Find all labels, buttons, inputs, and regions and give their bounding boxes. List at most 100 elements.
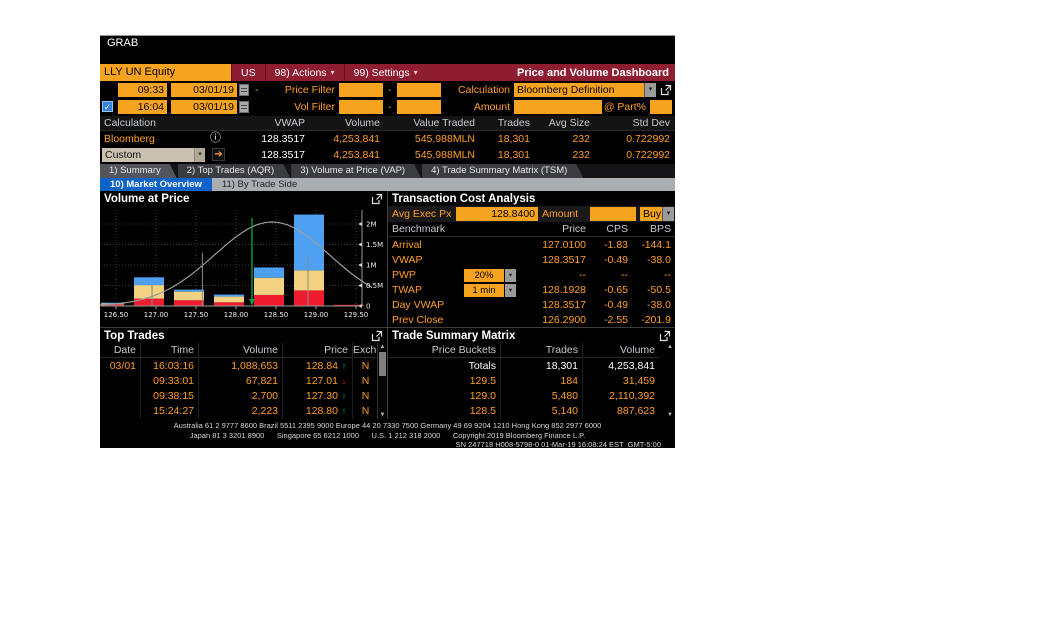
chevron-down-icon: ▾: [330, 68, 335, 77]
end-time-input[interactable]: 16:04: [118, 100, 167, 114]
subtab-10[interactable]: 10) Market Overview: [100, 178, 212, 191]
tab-bar: 1) Summary 2) Top Trades (AQR) 3) Volume a…: [100, 164, 675, 178]
trade-exchange: N: [352, 403, 378, 419]
tca-amount-input[interactable]: [590, 207, 636, 221]
custom-calc-select[interactable]: Custom ▾: [102, 148, 205, 162]
start-date-input[interactable]: 03/01/19: [171, 83, 237, 97]
price-filter-min-input[interactable]: [339, 83, 383, 97]
price-up-icon: ↑: [341, 406, 347, 417]
x-tick-label: 128.00: [224, 311, 249, 319]
vap-bar-amber: [294, 270, 324, 291]
export-icon[interactable]: [659, 330, 671, 342]
benchmark-bps: -201.9: [641, 314, 671, 327]
vap-bar-red: [294, 290, 324, 306]
trade-price: 128.84 ↑: [282, 358, 352, 374]
command-toolbar: LLY UN Equity US 98) Actions ▾ 99) Settin…: [100, 64, 675, 81]
tsm-panel-title: Trade Summary Matrix: [388, 328, 675, 343]
chevron-down-icon[interactable]: ▾: [194, 148, 205, 162]
chevron-down-icon[interactable]: ▾: [644, 83, 656, 97]
benchmark-row: Day VWAP 128.3517 -0.49 -38.0: [388, 298, 675, 313]
calc-table-header: Calculation VWAP Volume Value Traded Trades A…: [100, 116, 675, 131]
benchmark-cps: -1.83: [604, 238, 628, 251]
tsm-table-body: Totals 18,301 4,253,841 129.5 184 31,459 129.0…: [388, 358, 659, 419]
benchmark-param-select[interactable]: 20% ▾: [464, 268, 516, 282]
vap-bar-amber: [254, 277, 284, 295]
calc-cell-std_dev: 0.722992: [626, 133, 670, 145]
tab-4[interactable]: 4) Trade Summary Matrix (TSM): [422, 164, 583, 178]
x-tick-label: 129.50: [344, 311, 369, 319]
avg-exec-input[interactable]: 128.8400: [456, 207, 538, 221]
bloomberg-terminal-window: GRAB LLY UN Equity US 98) Actions ▾ 99) S…: [100, 35, 675, 448]
top-trades-scrollbar[interactable]: ▲ ▼: [377, 343, 387, 419]
scroll-thumb[interactable]: [379, 352, 386, 376]
amount-input[interactable]: [514, 100, 602, 114]
subtab-11[interactable]: 11) By Trade Side: [212, 178, 307, 191]
calendar-icon[interactable]: [239, 84, 249, 96]
calc-row-custom: Custom ▾ ➔ 128.3517 4,253,841 545.988MLN 18,30…: [100, 147, 675, 163]
tab-2[interactable]: 2) Top Trades (AQR): [178, 164, 290, 178]
benchmark-param-value[interactable]: 20%: [464, 268, 504, 282]
calculation-select[interactable]: Bloomberg Definition: [514, 83, 644, 97]
trade-time: 09:38:15: [140, 388, 198, 404]
tab-3[interactable]: 3) Volume at Price (VAP): [291, 164, 421, 178]
actions-menu[interactable]: 98) Actions ▾: [264, 64, 344, 81]
trade-date: 03/01: [109, 359, 136, 372]
vap-title-text: Volume at Price: [104, 192, 190, 205]
amount-label: Amount: [473, 101, 510, 113]
vol-filter-max-input[interactable]: [397, 100, 441, 114]
chevron-down-icon[interactable]: ▾: [505, 268, 516, 282]
security-input[interactable]: LLY UN Equity: [100, 64, 231, 81]
scroll-up-icon[interactable]: ▲: [666, 344, 674, 350]
scroll-down-icon[interactable]: ▼: [378, 411, 387, 419]
y-tick-label: 1.5M: [366, 241, 383, 249]
scroll-up-icon[interactable]: ▲: [378, 343, 387, 351]
export-icon[interactable]: [371, 193, 383, 205]
part-input[interactable]: [650, 100, 672, 114]
price-filter-max-input[interactable]: [397, 83, 441, 97]
calc-header-cell: Avg Size: [548, 117, 590, 129]
benchmark-name: Prev Close: [388, 314, 518, 326]
y-tick: [358, 263, 362, 267]
trade-volume: 2,223: [198, 403, 282, 419]
avg-exec-label: Avg Exec Px: [392, 208, 452, 220]
enabled-checkbox[interactable]: ✓: [102, 101, 113, 112]
export-icon[interactable]: [660, 84, 672, 96]
vol-filter-min-input[interactable]: [339, 100, 383, 114]
chevron-down-icon[interactable]: ▾: [505, 284, 516, 298]
tsm-volume: 887,623: [582, 403, 659, 419]
price-filter-label: Price Filter: [284, 84, 335, 96]
benchmark-param-select[interactable]: 1 min ▾: [464, 284, 516, 298]
scroll-down-icon[interactable]: ▼: [666, 412, 674, 418]
chevron-down-icon[interactable]: ▾: [662, 207, 674, 221]
vap-chart: 0 0.5M 1M 1.5M 2M 126.50 127.00 127.50 128.00 128…: [100, 210, 383, 319]
benchmark-cps: -0.49: [604, 253, 628, 266]
tsm-volume: 4,253,841: [582, 358, 659, 374]
calc-cell-value_traded: 545.988MLN: [414, 149, 475, 161]
send-icon[interactable]: ➔: [212, 148, 225, 161]
benchmark-row: VWAP 128.3517 -0.49 -38.0: [388, 252, 675, 267]
trade-time: 15:24:27: [140, 403, 198, 419]
benchmark-row: TWAP 1 min ▾ 128.1928 -0.65 -50.5: [388, 283, 675, 298]
trade-price-value: 127.30: [305, 390, 338, 403]
end-date-input[interactable]: 03/01/19: [171, 100, 237, 114]
trade-row: 09:33:01 67,821 127.01 ↓ N: [100, 373, 378, 389]
benchmark-price: 127.0100: [542, 238, 586, 251]
trade-price: 128.80 ↑: [282, 403, 352, 419]
calendar-icon[interactable]: [239, 101, 249, 113]
info-icon[interactable]: ⓘ: [210, 132, 221, 145]
side-select[interactable]: Buy: [640, 207, 662, 221]
tsm-trades: 5,480: [500, 388, 582, 404]
start-time-input[interactable]: 09:33: [118, 83, 167, 97]
benchmark-param-value[interactable]: 1 min: [464, 284, 504, 298]
export-icon[interactable]: [371, 330, 383, 342]
calc-header-cell: Calculation: [104, 117, 156, 129]
vap-bar-amber: [214, 296, 244, 303]
settings-menu[interactable]: 99) Settings ▾: [343, 64, 427, 81]
calc-cell-avg_size: 232: [572, 133, 590, 145]
tab-1[interactable]: 1) Summary: [100, 164, 177, 178]
price-down-icon: ↓: [341, 375, 347, 386]
trade-volume: 1,088,653: [198, 358, 282, 374]
top-trades-header-cell: Price: [282, 343, 352, 358]
benchmark-bps: --: [664, 268, 671, 281]
benchmark-row: Prev Close 126.2900 -2.55 -201.9: [388, 313, 675, 327]
